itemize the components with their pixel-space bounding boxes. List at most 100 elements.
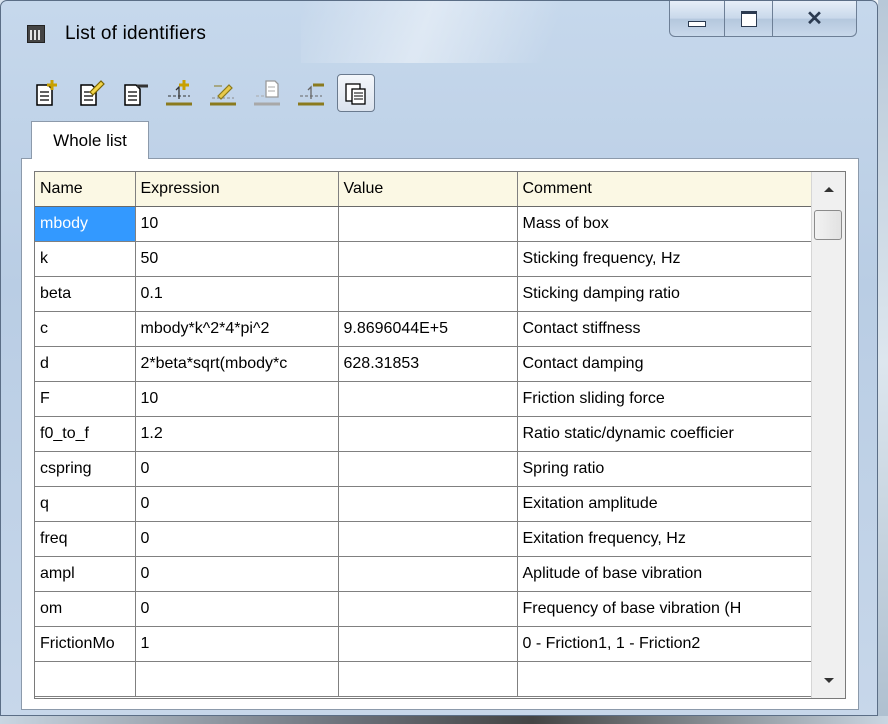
cell-name[interactable]: FrictionMo <box>35 626 136 662</box>
cell-value[interactable] <box>338 626 518 662</box>
cell-expression[interactable]: 0 <box>135 556 339 592</box>
cell-name[interactable]: mbody <box>35 206 136 242</box>
cell-expression[interactable]: 2*beta*sqrt(mbody*c <box>135 346 339 382</box>
column-header-name[interactable]: Name <box>35 172 136 207</box>
cell-comment[interactable]: Contact stiffness <box>517 311 812 347</box>
cell-comment[interactable]: Friction sliding force <box>517 381 812 417</box>
title-bar-glare <box>301 1 721 63</box>
column-header-value[interactable]: Value <box>338 172 518 207</box>
cell-value[interactable] <box>338 206 518 242</box>
table-row[interactable] <box>35 661 812 697</box>
cell-expression[interactable] <box>135 661 339 697</box>
scrollbar-thumb[interactable] <box>814 210 842 240</box>
table-row[interactable]: d 2*beta*sqrt(mbody*c 628.31853 Contact … <box>35 346 812 382</box>
table-row[interactable]: beta 0.1 Sticking damping ratio <box>35 276 812 312</box>
cell-name[interactable]: F <box>35 381 136 417</box>
cell-name[interactable]: d <box>35 346 136 382</box>
add-identifier-button[interactable] <box>29 75 65 111</box>
edit-identifier-button[interactable] <box>73 75 109 111</box>
tab-whole-list[interactable]: Whole list <box>31 121 149 159</box>
cell-name[interactable]: f0_to_f <box>35 416 136 452</box>
cell-expression[interactable]: 0 <box>135 591 339 627</box>
scroll-up-button[interactable] <box>812 172 845 206</box>
cell-name[interactable]: freq <box>35 521 136 557</box>
cell-comment[interactable]: Sticking frequency, Hz <box>517 241 812 277</box>
column-header-expression[interactable]: Expression <box>135 172 339 207</box>
cell-comment[interactable]: Exitation frequency, Hz <box>517 521 812 557</box>
identifiers-table: Name Expression Value Comment mbody 10 M… <box>35 172 812 697</box>
column-header-comment[interactable]: Comment <box>517 172 812 207</box>
cell-value[interactable] <box>338 661 518 697</box>
copy-row-button[interactable] <box>249 75 285 111</box>
cell-comment[interactable]: Contact damping <box>517 346 812 382</box>
cell-comment[interactable]: Exitation amplitude <box>517 486 812 522</box>
remove-identifier-button[interactable] <box>117 75 153 111</box>
caption-buttons: ✕ <box>669 1 857 37</box>
cell-value[interactable] <box>338 416 518 452</box>
cell-comment[interactable]: Ratio static/dynamic coefficier <box>517 416 812 452</box>
remove-row-button[interactable] <box>293 75 329 111</box>
add-row-icon <box>166 80 192 106</box>
cell-value[interactable] <box>338 381 518 417</box>
paste-button[interactable] <box>337 74 375 112</box>
table-row[interactable]: freq 0 Exitation frequency, Hz <box>35 521 812 557</box>
cell-value[interactable]: 9.8696044E+5 <box>338 311 518 347</box>
app-grid-icon[interactable] <box>27 25 45 43</box>
vertical-scrollbar[interactable] <box>811 172 845 698</box>
cell-expression[interactable]: 50 <box>135 241 339 277</box>
cell-expression[interactable]: mbody*k^2*4*pi^2 <box>135 311 339 347</box>
table-row[interactable]: q 0 Exitation amplitude <box>35 486 812 522</box>
cell-value[interactable] <box>338 486 518 522</box>
cell-comment[interactable] <box>517 661 812 697</box>
cell-expression[interactable]: 1 <box>135 626 339 662</box>
window-title: List of identifiers <box>65 23 207 44</box>
cell-expression[interactable]: 0 <box>135 451 339 487</box>
table-row[interactable]: cspring 0 Spring ratio <box>35 451 812 487</box>
cell-name[interactable] <box>35 661 136 697</box>
cell-expression[interactable]: 0 <box>135 486 339 522</box>
cell-value[interactable] <box>338 241 518 277</box>
table-row[interactable]: c mbody*k^2*4*pi^2 9.8696044E+5 Contact … <box>35 311 812 347</box>
add-row-button[interactable] <box>161 75 197 111</box>
cell-expression[interactable]: 10 <box>135 206 339 242</box>
cell-name[interactable]: c <box>35 311 136 347</box>
cell-comment[interactable]: Sticking damping ratio <box>517 276 812 312</box>
close-button[interactable]: ✕ <box>773 1 857 37</box>
cell-name[interactable]: q <box>35 486 136 522</box>
table-row[interactable]: f0_to_f 1.2 Ratio static/dynamic coeffic… <box>35 416 812 452</box>
table-row[interactable]: om 0 Frequency of base vibration (H <box>35 591 812 627</box>
cell-name[interactable]: k <box>35 241 136 277</box>
cell-value[interactable] <box>338 556 518 592</box>
table-row[interactable]: F 10 Friction sliding force <box>35 381 812 417</box>
edit-row-button[interactable] <box>205 75 241 111</box>
close-icon: ✕ <box>806 7 823 30</box>
title-bar[interactable]: List of identifiers ✕ <box>1 1 877 63</box>
cell-comment[interactable]: Aplitude of base vibration <box>517 556 812 592</box>
scroll-down-button[interactable] <box>812 664 845 698</box>
table-row[interactable]: FrictionMo 1 0 - Friction1, 1 - Friction… <box>35 626 812 662</box>
table-row[interactable]: mbody 10 Mass of box <box>35 206 812 242</box>
cell-name[interactable]: om <box>35 591 136 627</box>
cell-value[interactable] <box>338 451 518 487</box>
cell-expression[interactable]: 1.2 <box>135 416 339 452</box>
cell-name[interactable]: ampl <box>35 556 136 592</box>
cell-comment[interactable]: Frequency of base vibration (H <box>517 591 812 627</box>
table-row[interactable]: ampl 0 Aplitude of base vibration <box>35 556 812 592</box>
cell-value[interactable] <box>338 521 518 557</box>
table-row[interactable]: k 50 Sticking frequency, Hz <box>35 241 812 277</box>
maximize-button[interactable] <box>725 1 773 37</box>
cell-comment[interactable]: Mass of box <box>517 206 812 242</box>
cell-name[interactable]: cspring <box>35 451 136 487</box>
cell-comment[interactable]: 0 - Friction1, 1 - Friction2 <box>517 626 812 662</box>
cell-value[interactable] <box>338 591 518 627</box>
cell-value[interactable] <box>338 276 518 312</box>
cell-expression[interactable]: 0.1 <box>135 276 339 312</box>
cell-expression[interactable]: 0 <box>135 521 339 557</box>
cell-expression[interactable]: 10 <box>135 381 339 417</box>
edit-document-icon <box>80 80 105 106</box>
cell-comment[interactable]: Spring ratio <box>517 451 812 487</box>
desktop-edge <box>878 0 888 724</box>
minimize-button[interactable] <box>669 1 725 37</box>
cell-name[interactable]: beta <box>35 276 136 312</box>
cell-value[interactable]: 628.31853 <box>338 346 518 382</box>
